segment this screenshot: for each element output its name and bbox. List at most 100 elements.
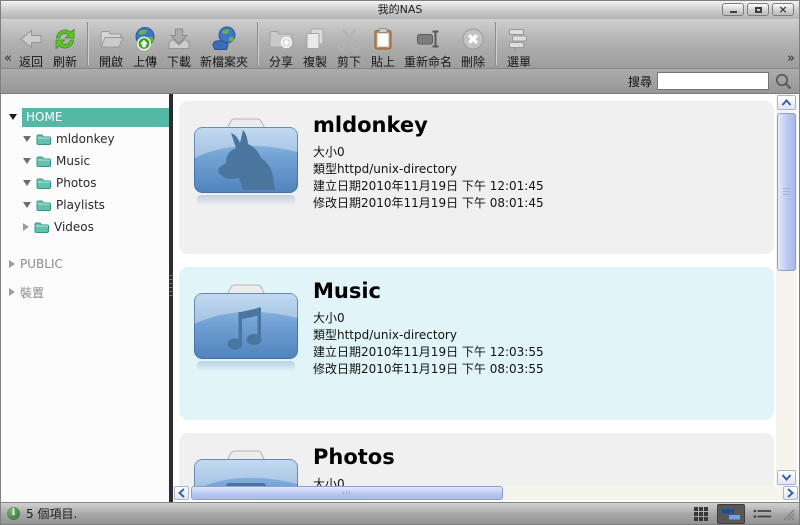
- cut-button[interactable]: 剪下: [332, 21, 366, 70]
- upload-icon: [132, 21, 158, 52]
- horizontal-scroll-thumb[interactable]: [191, 486, 503, 500]
- menu-button[interactable]: 選單: [502, 21, 536, 70]
- sidebar: HOME mldonkey Music: [1, 94, 169, 502]
- delete-button[interactable]: 刪除: [456, 21, 490, 70]
- sidebar-item-public[interactable]: PUBLIC: [1, 253, 169, 275]
- info-icon: i: [7, 507, 20, 520]
- sidebar-item-home[interactable]: HOME: [1, 106, 169, 128]
- sidebar-item-music[interactable]: Music: [1, 150, 169, 172]
- chevron-down-icon[interactable]: [23, 136, 31, 142]
- chevron-right-icon[interactable]: [23, 223, 29, 231]
- minimize-button[interactable]: [722, 3, 744, 16]
- open-button[interactable]: 開啟: [94, 21, 128, 70]
- toolbar-expand-right[interactable]: »: [787, 51, 795, 66]
- toolbar-separator: [257, 22, 259, 65]
- music-folder-icon: [193, 283, 299, 420]
- file-name: Music: [313, 279, 544, 303]
- toolbar-separator: [495, 22, 497, 65]
- back-button[interactable]: 返回: [14, 21, 48, 70]
- chevron-down-icon[interactable]: [23, 158, 31, 164]
- file-row-photos[interactable]: Photos 大小0 類型httpd/unix-directory: [179, 433, 774, 486]
- details-view-button[interactable]: [752, 507, 773, 521]
- scroll-right-button[interactable]: [783, 486, 798, 500]
- chevron-right-icon[interactable]: [9, 288, 15, 296]
- file-type: 類型httpd/unix-directory: [313, 327, 544, 344]
- title-bar: 我的NAS ×: [1, 1, 799, 20]
- toolbar-collapse-left[interactable]: «: [4, 51, 12, 66]
- copy-icon: [302, 21, 328, 52]
- back-icon: [18, 21, 44, 52]
- file-modified: 修改日期2010年11月19日 下午 08:03:55: [313, 361, 544, 378]
- refresh-icon: [52, 21, 78, 52]
- search-input[interactable]: [657, 72, 769, 90]
- file-type: 類型httpd/unix-directory: [313, 161, 544, 178]
- search-icon[interactable]: [774, 72, 792, 90]
- paste-button[interactable]: 貼上: [366, 21, 400, 70]
- sidebar-item-label: mldonkey: [56, 132, 115, 146]
- sidebar-item-label: Photos: [56, 176, 96, 190]
- chevron-down-icon[interactable]: [9, 114, 17, 120]
- file-size: 大小0: [313, 310, 544, 327]
- scroll-up-button[interactable]: [777, 95, 796, 110]
- sidebar-item-label: Music: [56, 154, 90, 168]
- download-button[interactable]: 下載: [162, 21, 196, 70]
- close-icon: ×: [778, 5, 787, 15]
- sidebar-item-devices[interactable]: 裝置: [1, 281, 169, 303]
- maximize-button[interactable]: [747, 3, 769, 16]
- folder-icon: [34, 221, 49, 233]
- sidebar-item-label: 裝置: [20, 284, 44, 301]
- chevron-down-icon[interactable]: [23, 180, 31, 186]
- resize-grip[interactable]: [780, 506, 795, 521]
- download-icon: [166, 21, 192, 52]
- file-row-music[interactable]: Music 大小0 類型httpd/unix-directory 建立日期201…: [179, 267, 774, 420]
- list-view-icon: [721, 507, 741, 521]
- upload-button[interactable]: 上傳: [128, 21, 162, 70]
- photo-folder-icon: [193, 449, 299, 486]
- sidebar-item-label: HOME: [22, 108, 169, 127]
- sidebar-item-label: Videos: [54, 220, 94, 234]
- sidebar-item-photos[interactable]: Photos: [1, 172, 169, 194]
- open-icon: [98, 21, 124, 52]
- rename-button[interactable]: 重新命名: [400, 21, 456, 70]
- file-row-mldonkey[interactable]: mldonkey 大小0 類型httpd/unix-directory 建立日期…: [179, 101, 774, 254]
- sidebar-item-videos[interactable]: Videos: [1, 216, 169, 238]
- new-folder-icon: [211, 21, 237, 52]
- folder-icon: [36, 177, 51, 189]
- search-label: 搜尋: [628, 73, 652, 90]
- share-button[interactable]: 分享: [264, 21, 298, 70]
- sidebar-item-playlists[interactable]: Playlists: [1, 194, 169, 216]
- rename-icon: [415, 21, 441, 52]
- copy-button[interactable]: 複製: [298, 21, 332, 70]
- details-view-icon: [753, 508, 772, 520]
- folder-icon: [36, 133, 51, 145]
- paste-icon: [370, 21, 396, 52]
- donkey-folder-icon: [193, 117, 299, 254]
- new-folder-button[interactable]: 新檔案夾: [196, 21, 252, 70]
- close-button[interactable]: ×: [772, 3, 794, 16]
- refresh-button[interactable]: 刷新: [48, 21, 82, 70]
- file-name: Photos: [313, 445, 457, 469]
- folder-icon: [36, 199, 51, 211]
- horizontal-scrollbar[interactable]: [173, 486, 799, 500]
- file-modified: 修改日期2010年11月19日 下午 08:01:45: [313, 195, 544, 212]
- grid-view-button[interactable]: [692, 505, 710, 523]
- list-view-button[interactable]: [717, 504, 745, 524]
- scroll-down-button[interactable]: [777, 470, 796, 485]
- chevron-down-icon[interactable]: [23, 202, 31, 208]
- sidebar-item-label: PUBLIC: [20, 257, 63, 271]
- file-size: 大小0: [313, 144, 544, 161]
- maximize-icon: [755, 7, 762, 13]
- nas-window: 我的NAS × « 返回 刷新: [0, 0, 800, 525]
- file-created: 建立日期2010年11月19日 下午 12:01:45: [313, 178, 544, 195]
- status-items-count: 5 個項目.: [26, 505, 77, 522]
- file-created: 建立日期2010年11月19日 下午 12:03:55: [313, 344, 544, 361]
- file-list: mldonkey 大小0 類型httpd/unix-directory 建立日期…: [173, 94, 799, 502]
- search-bar: 搜尋: [1, 69, 799, 94]
- sidebar-item-mldonkey[interactable]: mldonkey: [1, 128, 169, 150]
- chevron-right-icon[interactable]: [9, 260, 15, 268]
- vertical-scroll-thumb[interactable]: [777, 113, 796, 271]
- main-area: HOME mldonkey Music: [1, 94, 799, 502]
- delete-icon: [460, 21, 486, 52]
- vertical-scrollbar[interactable]: [776, 94, 797, 486]
- scroll-left-button[interactable]: [174, 486, 189, 500]
